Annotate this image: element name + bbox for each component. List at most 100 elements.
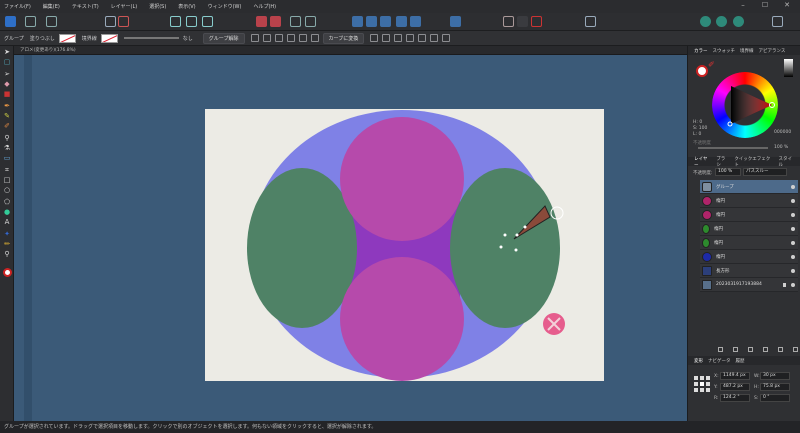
ctx-icon-c[interactable] (394, 34, 403, 42)
s-field[interactable]: 0 ° (760, 394, 790, 402)
menu-text[interactable]: テキスト(T) (72, 3, 99, 10)
align-box-3-icon[interactable] (286, 34, 295, 42)
move-tool-icon[interactable]: ➤ (3, 48, 11, 56)
shape-tool-icon[interactable]: ⬠ (3, 198, 11, 206)
close-icon[interactable]: ✕ (776, 1, 798, 9)
arrange-icon[interactable] (170, 16, 181, 27)
menu-edit[interactable]: 編集(E) (43, 3, 60, 10)
visibility-icon[interactable] (791, 240, 795, 245)
pen-tool-icon[interactable]: ✒ (3, 102, 11, 110)
pixel-persona-icon[interactable] (25, 16, 36, 27)
align-top-icon[interactable] (396, 16, 407, 27)
tab-styles[interactable]: スタイル (779, 156, 796, 168)
fill-swatch[interactable] (58, 33, 76, 43)
align-left-icon[interactable] (352, 16, 363, 27)
text-tool-icon[interactable]: ● (3, 208, 11, 216)
export-persona-icon[interactable] (46, 16, 57, 27)
stroke-width-slider[interactable] (123, 37, 179, 39)
layer-row[interactable]: 楕円 (700, 236, 798, 250)
layer-action-icon[interactable] (763, 347, 768, 352)
color-triangle[interactable] (712, 72, 778, 138)
zoom-tool-icon[interactable]: ⚲ (3, 250, 11, 258)
arrange-3-icon[interactable] (202, 16, 213, 27)
layer-row[interactable]: 20230319171938​84 (700, 278, 798, 292)
artboard-tool-icon[interactable]: ▢ (3, 58, 11, 66)
menu-help[interactable]: ヘルプ(H) (253, 3, 276, 10)
snapping-2-icon[interactable] (716, 16, 727, 27)
boolean-add-icon[interactable] (503, 16, 514, 27)
layer-row[interactable]: 楕円 (700, 250, 798, 264)
snapping-icon[interactable] (105, 16, 116, 27)
node-tool-icon[interactable]: ➢ (3, 70, 11, 78)
arrange-2-icon[interactable] (186, 16, 197, 27)
minimize-icon[interactable]: – (732, 1, 754, 9)
menu-select[interactable]: 選択(S) (149, 3, 166, 10)
forward-one-icon[interactable] (290, 16, 301, 27)
document-tab[interactable]: アロメ(変更あり)(176.8%) (14, 46, 687, 55)
lock-icon[interactable] (783, 282, 786, 287)
layer-row[interactable]: 楕円 (700, 194, 798, 208)
visibility-icon[interactable] (791, 198, 795, 203)
menu-layer[interactable]: レイヤー(L) (111, 3, 138, 10)
visibility-icon[interactable] (791, 268, 795, 273)
menu-window[interactable]: ウィンドウ(W) (208, 3, 242, 10)
w-field[interactable]: 30 px (760, 372, 790, 380)
r-field[interactable]: 124.2 ° (720, 394, 750, 402)
ungroup-button[interactable]: グループ解除 (202, 32, 245, 44)
visibility-icon[interactable] (791, 184, 795, 189)
color-picker-icon[interactable]: ✐ (708, 60, 715, 69)
convert-to-curves-button[interactable]: カーブに変換 (322, 32, 365, 44)
tab-brushes[interactable]: ブラシ (716, 156, 729, 168)
tab-quick-effects[interactable]: クイックエフェクト (734, 156, 773, 168)
align-right-icon[interactable] (380, 16, 391, 27)
tab-navigator[interactable]: ナビゲータ (708, 358, 731, 364)
visibility-icon[interactable] (791, 282, 795, 287)
layer-row[interactable]: グループ (700, 180, 798, 194)
eyedropper-icon[interactable]: ✏ (3, 240, 11, 248)
layer-row[interactable]: 楕円 (700, 222, 798, 236)
layer-opacity-field[interactable]: 100 % (715, 168, 741, 176)
tab-appearance[interactable]: アピアランス (759, 48, 786, 54)
layer-row[interactable]: 楕円 (700, 208, 798, 222)
order-back-icon[interactable] (256, 16, 267, 27)
layer-action-icon[interactable] (748, 347, 753, 352)
align-middle-icon[interactable] (410, 16, 421, 27)
flip-icon[interactable] (450, 16, 461, 27)
stroke-swatch[interactable] (100, 33, 118, 43)
gradient-tool-icon[interactable]: ■ (3, 90, 11, 98)
brush-tool-icon[interactable]: ✐ (3, 122, 11, 130)
align-center-icon[interactable] (366, 16, 377, 27)
layer-action-icon[interactable] (778, 347, 783, 352)
back-one-icon[interactable] (305, 16, 316, 27)
boolean-intersect-icon[interactable] (531, 16, 542, 27)
hex-value[interactable]: 000000 (774, 130, 791, 135)
boolean-subtract-icon[interactable] (517, 16, 528, 27)
gray-strip[interactable] (784, 59, 793, 77)
x-field[interactable]: 1149.4 px (720, 372, 750, 380)
visibility-icon[interactable] (791, 254, 795, 259)
pencil-tool-icon[interactable]: ✎ (3, 112, 11, 120)
tab-transform[interactable]: 変形 (694, 358, 703, 364)
layer-action-icon[interactable] (718, 347, 723, 352)
menu-view[interactable]: 表示(V) (178, 3, 195, 10)
transparency-tool-icon[interactable]: ⚗ (3, 144, 11, 152)
visibility-icon[interactable] (791, 212, 795, 217)
tab-swatches[interactable]: スウォッチ (713, 48, 736, 54)
fill-color-well[interactable] (696, 65, 708, 77)
view-mode-icon[interactable] (772, 16, 783, 27)
align-box-2-icon[interactable] (274, 34, 283, 42)
flip-h-icon[interactable] (298, 34, 307, 42)
layer-action-icon[interactable] (733, 347, 738, 352)
ctx-icon-f[interactable] (430, 34, 439, 42)
delete-layer-icon[interactable] (793, 347, 798, 352)
place-image-icon[interactable]: ▭ (3, 154, 11, 162)
opacity-slider[interactable] (698, 147, 768, 149)
fill-stroke-swatch-icon[interactable] (3, 268, 12, 277)
ctx-icon-b[interactable] (382, 34, 391, 42)
color-picker-icon[interactable]: ✦ (3, 230, 11, 238)
tab-color[interactable]: カラー (694, 48, 708, 54)
insert-icon[interactable] (585, 16, 596, 27)
blend-mode-select[interactable]: パススルー (743, 168, 787, 176)
frame-text-icon[interactable]: A (3, 218, 11, 226)
menu-file[interactable]: ファイル(F) (4, 3, 31, 10)
